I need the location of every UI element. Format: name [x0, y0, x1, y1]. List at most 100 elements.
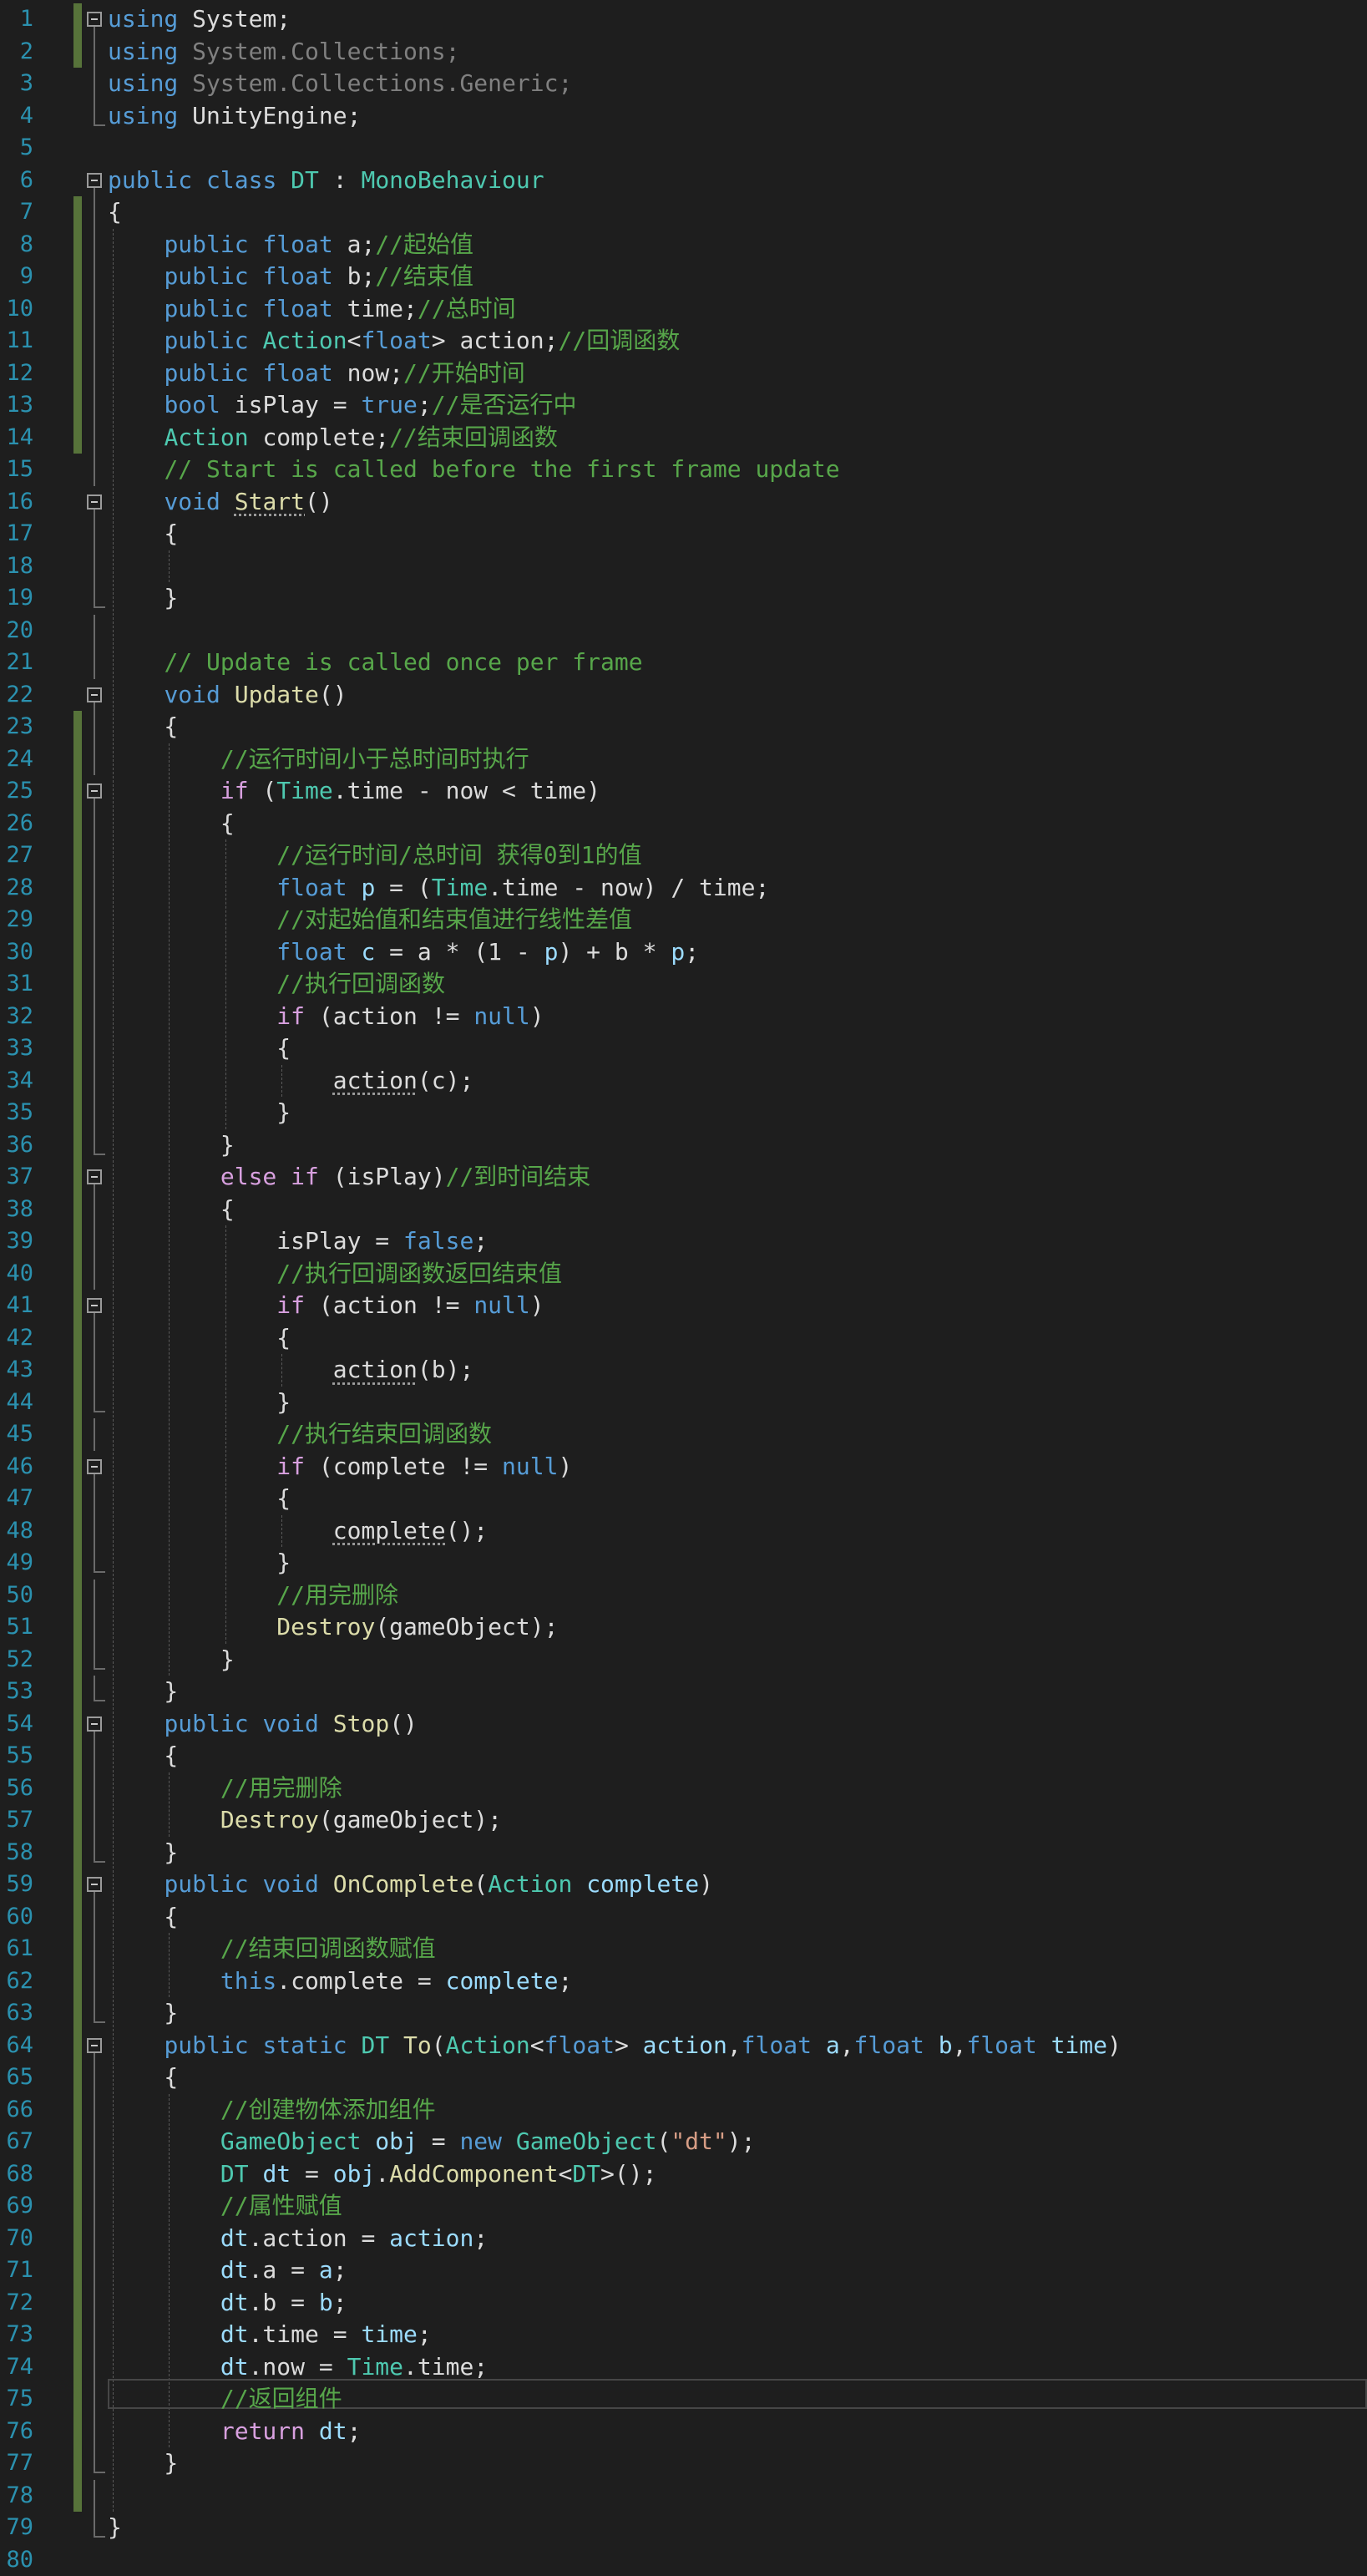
- code-text[interactable]: float c = a * (1 - p) + b * p;: [108, 936, 699, 969]
- code-line[interactable]: 7{: [0, 196, 1367, 229]
- code-text[interactable]: float p = (Time.time - now) / time;: [108, 872, 769, 905]
- code-text[interactable]: dt.a = a;: [108, 2254, 347, 2287]
- code-line[interactable]: 49 }: [0, 1547, 1367, 1580]
- code-line[interactable]: 68 DT dt = obj.AddComponent<DT>();: [0, 2158, 1367, 2191]
- code-line[interactable]: 55 {: [0, 1740, 1367, 1772]
- code-line[interactable]: 80: [0, 2544, 1367, 2576]
- code-text[interactable]: public float b;//结束值: [108, 261, 473, 293]
- code-text[interactable]: using UnityEngine;: [108, 100, 361, 133]
- code-text[interactable]: }: [108, 1837, 178, 1869]
- code-line[interactable]: 26 {: [0, 808, 1367, 840]
- code-text[interactable]: GameObject obj = new GameObject("dt");: [108, 2126, 755, 2158]
- code-line[interactable]: 10 public float time;//总时间: [0, 293, 1367, 326]
- code-text[interactable]: public float a;//起始值: [108, 229, 473, 261]
- code-line[interactable]: 71 dt.a = a;: [0, 2254, 1367, 2287]
- code-text[interactable]: //运行时间小于总时间时执行: [108, 743, 529, 776]
- collapse-toggle-icon[interactable]: [87, 1298, 102, 1313]
- code-line[interactable]: 40 //执行回调函数返回结束值: [0, 1258, 1367, 1291]
- code-text[interactable]: action(c);: [108, 1065, 473, 1098]
- code-text[interactable]: {: [108, 808, 235, 840]
- code-text[interactable]: public Action<float> action;//回调函数: [108, 325, 680, 357]
- code-line[interactable]: 32 if (action != null): [0, 1001, 1367, 1033]
- code-text[interactable]: return dt;: [108, 2416, 361, 2448]
- code-text[interactable]: {: [108, 1901, 178, 1934]
- code-line[interactable]: 50 //用完删除: [0, 1580, 1367, 1612]
- code-text[interactable]: public float now;//开始时间: [108, 357, 525, 390]
- code-line[interactable]: 48 complete();: [0, 1515, 1367, 1548]
- code-line[interactable]: 45 //执行结束回调函数: [0, 1418, 1367, 1451]
- code-text[interactable]: {: [108, 711, 178, 743]
- code-text[interactable]: //执行结束回调函数: [108, 1418, 492, 1451]
- code-text[interactable]: public void Stop(): [108, 1708, 418, 1741]
- code-line[interactable]: 61 //结束回调函数赋值: [0, 1933, 1367, 1965]
- code-line[interactable]: 5: [0, 132, 1367, 165]
- code-text[interactable]: using System.Collections;: [108, 36, 459, 68]
- code-text[interactable]: {: [108, 1483, 291, 1515]
- code-line[interactable]: 16 void Start(): [0, 486, 1367, 519]
- code-text[interactable]: }: [108, 1644, 235, 1676]
- code-line[interactable]: 65 {: [0, 2061, 1367, 2094]
- code-text[interactable]: Action complete;//结束回调函数: [108, 422, 558, 454]
- code-text[interactable]: }: [108, 2447, 178, 2480]
- code-line[interactable]: 34 action(c);: [0, 1065, 1367, 1098]
- code-text[interactable]: dt.b = b;: [108, 2287, 347, 2320]
- code-line[interactable]: 35 }: [0, 1097, 1367, 1129]
- code-text[interactable]: dt.time = time;: [108, 2319, 432, 2351]
- code-line[interactable]: 52 }: [0, 1644, 1367, 1676]
- code-line[interactable]: 64 public static DT To(Action<float> act…: [0, 2030, 1367, 2062]
- code-line[interactable]: 37 else if (isPlay)//到时间结束: [0, 1161, 1367, 1194]
- code-text[interactable]: if (complete != null): [108, 1451, 572, 1483]
- code-line[interactable]: 27 //运行时间/总时间 获得0到1的值: [0, 839, 1367, 872]
- code-text[interactable]: if (Time.time - now < time): [108, 775, 600, 808]
- code-text[interactable]: DT dt = obj.AddComponent<DT>();: [108, 2158, 656, 2191]
- code-text[interactable]: // Start is called before the first fram…: [108, 454, 840, 486]
- code-line[interactable]: 51 Destroy(gameObject);: [0, 1611, 1367, 1644]
- code-text[interactable]: public static DT To(Action<float> action…: [108, 2030, 1121, 2062]
- collapse-toggle-icon[interactable]: [87, 173, 102, 188]
- code-line[interactable]: 23 {: [0, 711, 1367, 743]
- code-text[interactable]: // Update is called once per frame: [108, 647, 643, 679]
- code-line[interactable]: 46 if (complete != null): [0, 1451, 1367, 1483]
- code-text[interactable]: }: [108, 2512, 122, 2544]
- code-text[interactable]: else if (isPlay)//到时间结束: [108, 1161, 590, 1194]
- code-line[interactable]: 1using System;: [0, 3, 1367, 36]
- code-text[interactable]: //运行时间/总时间 获得0到1的值: [108, 839, 641, 872]
- code-line[interactable]: 15 // Start is called before the first f…: [0, 454, 1367, 486]
- code-line[interactable]: 8 public float a;//起始值: [0, 229, 1367, 261]
- code-text[interactable]: isPlay = false;: [108, 1225, 488, 1258]
- code-line[interactable]: 13 bool isPlay = true;//是否运行中: [0, 389, 1367, 422]
- code-line[interactable]: 66 //创建物体添加组件: [0, 2094, 1367, 2127]
- code-line[interactable]: 17 {: [0, 518, 1367, 550]
- code-text[interactable]: {: [108, 518, 178, 550]
- code-line[interactable]: 53 }: [0, 1676, 1367, 1708]
- code-text[interactable]: {: [108, 196, 122, 229]
- code-text[interactable]: }: [108, 582, 178, 615]
- code-line[interactable]: 74 dt.now = Time.time;: [0, 2351, 1367, 2384]
- code-line[interactable]: 57 Destroy(gameObject);: [0, 1804, 1367, 1837]
- code-line[interactable]: 73 dt.time = time;: [0, 2319, 1367, 2351]
- code-line[interactable]: 30 float c = a * (1 - p) + b * p;: [0, 936, 1367, 969]
- code-line[interactable]: 31 //执行回调函数: [0, 968, 1367, 1001]
- code-line[interactable]: 62 this.complete = complete;: [0, 1965, 1367, 1998]
- code-line[interactable]: 12 public float now;//开始时间: [0, 357, 1367, 390]
- code-line[interactable]: 41 if (action != null): [0, 1290, 1367, 1322]
- code-text[interactable]: {: [108, 2061, 178, 2094]
- code-line[interactable]: 58 }: [0, 1837, 1367, 1869]
- code-text[interactable]: {: [108, 1740, 178, 1772]
- code-text[interactable]: //创建物体添加组件: [108, 2094, 436, 2127]
- code-line[interactable]: 29 //对起始值和结束值进行线性差值: [0, 904, 1367, 936]
- code-text[interactable]: //执行回调函数: [108, 968, 445, 1001]
- code-line[interactable]: 75 //返回组件: [0, 2383, 1367, 2416]
- code-line[interactable]: 67 GameObject obj = new GameObject("dt")…: [0, 2126, 1367, 2158]
- code-line[interactable]: 39 isPlay = false;: [0, 1225, 1367, 1258]
- collapse-toggle-icon[interactable]: [87, 783, 102, 799]
- code-text[interactable]: }: [108, 1676, 178, 1708]
- code-line[interactable]: 22 void Update(): [0, 679, 1367, 712]
- code-line[interactable]: 72 dt.b = b;: [0, 2287, 1367, 2320]
- code-editor[interactable]: 1using System;2using System.Collections;…: [0, 0, 1367, 2573]
- code-text[interactable]: using System;: [108, 3, 291, 36]
- code-line[interactable]: 4using UnityEngine;: [0, 100, 1367, 133]
- code-text[interactable]: public class DT : MonoBehaviour: [108, 165, 544, 197]
- code-line[interactable]: 38 {: [0, 1194, 1367, 1226]
- code-text[interactable]: }: [108, 1547, 291, 1580]
